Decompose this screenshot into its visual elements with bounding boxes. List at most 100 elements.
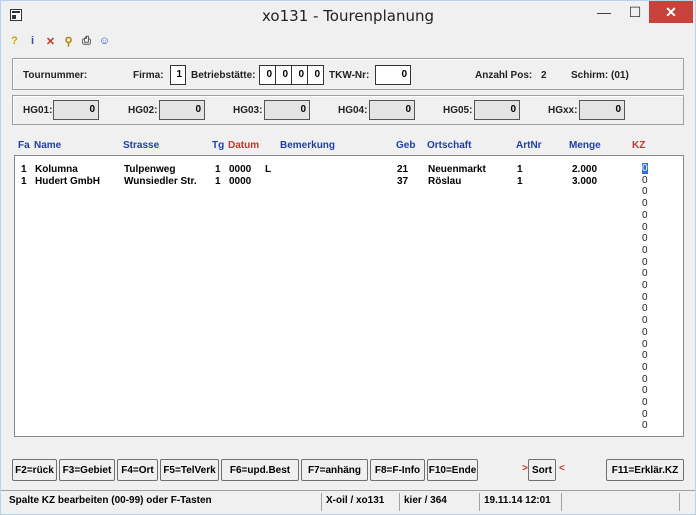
status-datetime: 19.11.14 12:01: [484, 495, 551, 506]
betriebsstaette-field-2[interactable]: 0: [275, 65, 292, 85]
help-icon[interactable]: ?: [7, 34, 22, 49]
status-separator: [321, 493, 322, 511]
kz-input[interactable]: 0: [642, 315, 648, 326]
hgxx-field: 0: [579, 100, 625, 120]
row-fa: 1: [21, 176, 27, 187]
hgxx-label: HGxx:: [548, 105, 578, 116]
kz-input[interactable]: 0: [642, 233, 648, 244]
betriebsstaette-field-4[interactable]: 0: [307, 65, 324, 85]
kz-input[interactable]: 0: [642, 350, 648, 361]
kz-input[interactable]: 0: [642, 362, 648, 373]
f3-gebiet-button[interactable]: F3=Gebiet: [59, 459, 115, 481]
betriebsstaette-field-1[interactable]: 0: [259, 65, 276, 85]
print-icon[interactable]: ⎙: [79, 34, 94, 49]
col-ortschaft: Ortschaft: [427, 140, 472, 151]
row-ortschaft: Röslau: [428, 176, 462, 187]
f2-back-button[interactable]: F2=rück: [12, 459, 57, 481]
kz-input[interactable]: 0: [642, 222, 648, 233]
col-bemerkung: Bemerkung: [280, 140, 336, 151]
kz-input[interactable]: 0: [642, 268, 648, 279]
kz-input[interactable]: 0: [642, 198, 648, 209]
toolbar: ? i ✕ ⚲ ⎙ ☺: [7, 32, 112, 50]
tour-list[interactable]: 1 Kolumna Tulpenweg 1 0000 L 21 Neuenmar…: [14, 155, 684, 437]
col-artnr: ArtNr: [516, 140, 542, 151]
row-strasse: Tulpenweg: [124, 164, 176, 175]
hg02-field: 0: [159, 100, 205, 120]
col-datum: Datum: [228, 140, 260, 151]
anzahl-value: 2: [541, 70, 547, 81]
row-geb: 21: [397, 164, 409, 175]
kz-input[interactable]: 0: [642, 374, 648, 385]
col-name: Name: [34, 140, 62, 151]
hg01-label: HG01:: [23, 105, 53, 116]
kz-input[interactable]: 0: [642, 339, 648, 350]
f11-erklaer-kz-button[interactable]: F11=Erklär.KZ: [606, 459, 684, 481]
delete-icon[interactable]: ✕: [43, 34, 58, 49]
table-row[interactable]: 1 Hudert GmbH Wunsiedler Str. 1 0000 37 …: [15, 176, 635, 188]
row-fa: 1: [21, 164, 27, 175]
firma-label: Firma:: [133, 70, 164, 81]
application-window: xo131 - Tourenplanung — ☐ ✕ ? i ✕ ⚲ ⎙ ☺ …: [0, 0, 696, 515]
kz-input[interactable]: 0: [642, 303, 648, 314]
kz-input[interactable]: 0: [642, 175, 648, 186]
status-separator: [479, 493, 480, 511]
kz-input[interactable]: 0: [642, 280, 648, 291]
hg05-label: HG05:: [443, 105, 473, 116]
row-datum: 0000: [229, 176, 252, 187]
row-tg: 1: [215, 176, 221, 187]
status-separator: [561, 493, 562, 511]
search-icon[interactable]: ⚲: [61, 34, 76, 49]
kz-input[interactable]: 0: [642, 257, 648, 268]
hg03-label: HG03:: [233, 105, 263, 116]
anzahl-label: Anzahl Pos:: [475, 70, 533, 81]
f6-upd-best-button[interactable]: F6=upd.Best: [221, 459, 299, 481]
col-tg: Tg: [212, 140, 225, 151]
kz-input[interactable]: 0: [642, 163, 648, 174]
kz-input[interactable]: 0: [642, 385, 648, 396]
hg03-field: 0: [264, 100, 310, 120]
minimize-button[interactable]: —: [587, 1, 621, 23]
tkw-label: TKW-Nr:: [329, 70, 370, 81]
row-ortschaft: Neuenmarkt: [428, 164, 486, 175]
f5-telverk-button[interactable]: F5=TelVerk: [160, 459, 219, 481]
close-button[interactable]: ✕: [649, 1, 693, 23]
row-bemerkung: L: [265, 164, 272, 175]
status-user: kier / 364: [404, 495, 447, 506]
kz-input[interactable]: 0: [642, 327, 648, 338]
table-row[interactable]: 1 Kolumna Tulpenweg 1 0000 L 21 Neuenmar…: [15, 164, 635, 176]
f4-ort-button[interactable]: F4=Ort: [117, 459, 158, 481]
info-icon[interactable]: i: [25, 34, 40, 49]
row-artnr: 1: [517, 176, 523, 187]
row-tg: 1: [215, 164, 221, 175]
sort-button[interactable]: Sort: [528, 459, 556, 481]
col-menge: Menge: [569, 140, 601, 151]
tkw-field[interactable]: 0: [375, 65, 411, 85]
kz-input[interactable]: 0: [642, 397, 648, 408]
kz-input[interactable]: 0: [642, 245, 648, 256]
kz-input[interactable]: 0: [642, 186, 648, 197]
row-geb: 37: [397, 176, 409, 187]
sort-left-arrow: >: [522, 463, 528, 474]
f10-ende-button[interactable]: F10=Ende: [427, 459, 478, 481]
row-datum: 0000: [229, 164, 252, 175]
row-menge: 3.000: [572, 176, 598, 187]
hg04-label: HG04:: [338, 105, 368, 116]
maximize-button[interactable]: ☐: [621, 1, 649, 23]
kz-input[interactable]: 0: [642, 409, 648, 420]
hg02-label: HG02:: [128, 105, 158, 116]
firma-field[interactable]: 1: [170, 65, 186, 85]
title-bar: xo131 - Tourenplanung — ☐ ✕: [1, 1, 695, 31]
col-strasse: Strasse: [123, 140, 160, 151]
kz-input[interactable]: 0: [642, 420, 648, 431]
row-name: Hudert GmbH: [35, 176, 100, 187]
tournummer-label: Tournummer:: [23, 70, 88, 81]
row-menge: 2.000: [572, 164, 598, 175]
f8-finfo-button[interactable]: F8=F-Info: [370, 459, 425, 481]
f7-anhaeng-button[interactable]: F7=anhäng: [301, 459, 368, 481]
user-icon[interactable]: ☺: [97, 34, 112, 49]
kz-input[interactable]: 0: [642, 292, 648, 303]
hg01-field: 0: [53, 100, 99, 120]
row-artnr: 1: [517, 164, 523, 175]
betriebsstaette-field-3[interactable]: 0: [291, 65, 308, 85]
kz-input[interactable]: 0: [642, 210, 648, 221]
